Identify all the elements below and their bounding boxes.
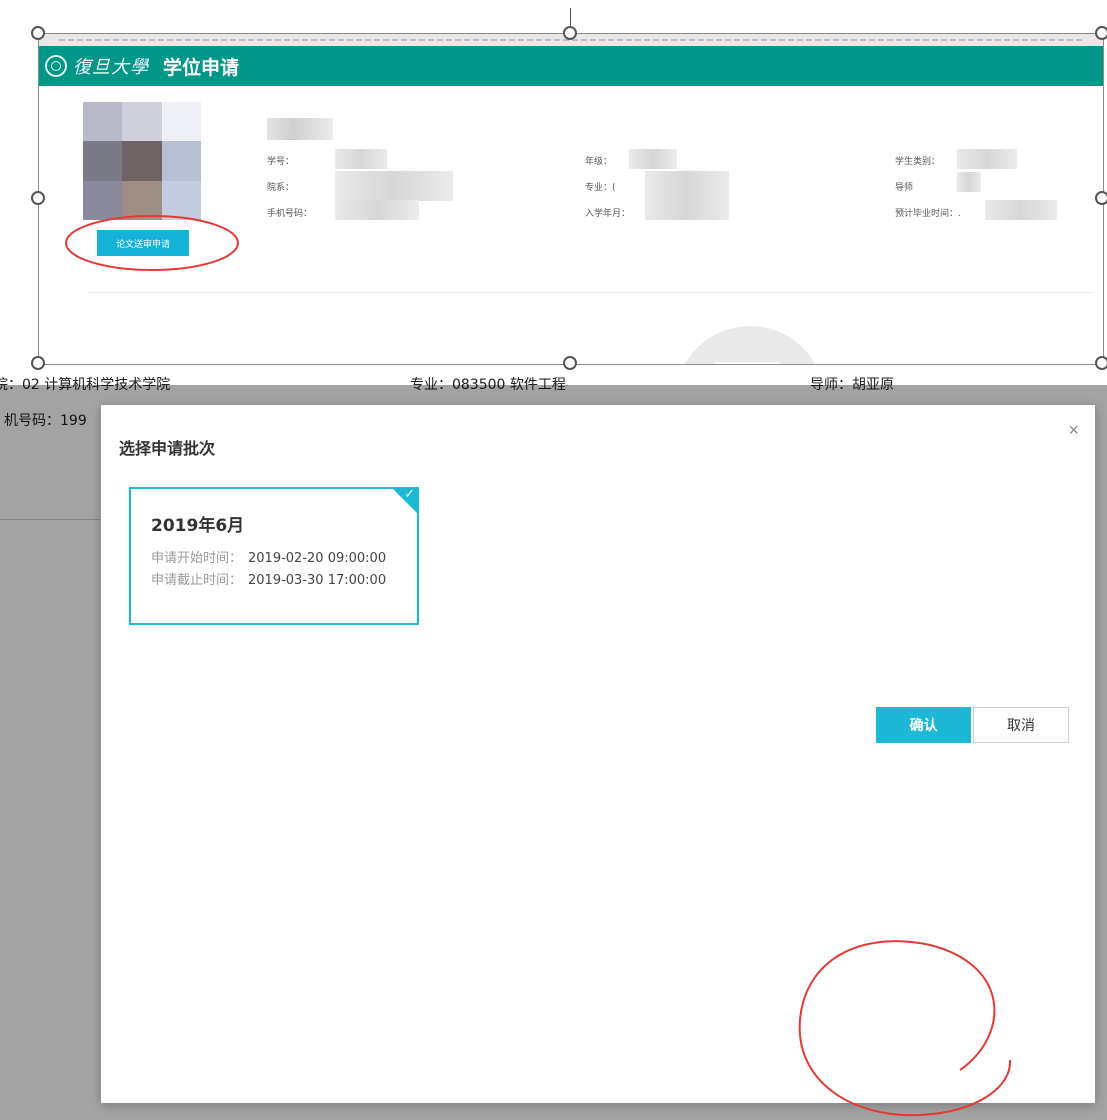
resize-handle-top-center[interactable] (563, 26, 577, 40)
resize-handle-top-left[interactable] (31, 26, 45, 40)
enroll-date-label: 入学年月： (585, 209, 631, 219)
department-value (335, 171, 453, 201)
end-time-label: 申请截止时间： (151, 573, 243, 588)
start-time-label: 申请开始时间： (151, 551, 243, 566)
batch-name: 2019年6月 (151, 516, 245, 536)
dialog-title: 选择申请批次 (119, 439, 216, 458)
embedded-screenshot: 復旦大學 学位申请 论文送审申请 学号： 院系： 手机号码： 年级： 专业：( … (38, 33, 1104, 365)
batch-end-row: 申请截止时间： 2019-03-30 17:00:00 (151, 569, 386, 588)
expected-graduation-value (985, 200, 1057, 220)
phone-label: 手机号码： (267, 209, 313, 219)
end-time-value: 2019-03-30 17:00:00 (248, 573, 387, 588)
resize-handle-bottom-right[interactable] (1095, 356, 1107, 370)
confirm-button[interactable]: 确认 (876, 707, 971, 743)
phone-value (335, 200, 419, 220)
divider (89, 292, 1093, 293)
cancel-button[interactable]: 取消 (973, 707, 1069, 743)
student-id-value (335, 149, 387, 169)
student-photo (83, 102, 201, 220)
expected-graduation-label: 预计毕业时间：. (895, 209, 961, 219)
batch-start-row: 申请开始时间： 2019-02-20 09:00:00 (151, 547, 386, 566)
school-logo-icon (45, 55, 67, 77)
department-label: 院系： (267, 183, 295, 193)
student-name-blurred (267, 118, 333, 140)
grade-value (629, 149, 677, 169)
page-title: 学位申请 (163, 56, 240, 79)
advisor-label: 导师 (895, 183, 914, 193)
resize-handle-bottom-left[interactable] (31, 356, 45, 370)
student-id-label: 学号： (267, 157, 295, 167)
advisor-value (957, 172, 981, 192)
enroll-date-value (645, 200, 729, 220)
app-header: 復旦大學 学位申请 (39, 46, 1103, 86)
major-label: 专业：( (585, 183, 616, 193)
batch-option-card[interactable]: ✓ 2019年6月 申请开始时间： 2019-02-20 09:00:00 申请截… (129, 487, 419, 625)
student-type-value (957, 149, 1017, 169)
close-icon[interactable]: × (1066, 419, 1081, 441)
empty-state-illustration (675, 326, 825, 364)
resize-handle-middle-left[interactable] (31, 191, 45, 205)
start-time-value: 2019-02-20 09:00:00 (248, 551, 387, 566)
grade-label: 年级： (585, 157, 613, 167)
checkmark-icon: ✓ (404, 487, 415, 502)
major-value (645, 171, 729, 201)
select-batch-dialog: 选择申请批次 × ✓ 2019年6月 申请开始时间： 2019-02-20 09:… (101, 405, 1095, 1103)
resize-handle-top-right[interactable] (1095, 26, 1107, 40)
student-type-label: 学生类别： (895, 157, 941, 167)
school-name: 復旦大學 (73, 57, 149, 78)
resize-handle-middle-right[interactable] (1095, 191, 1107, 205)
resize-handle-bottom-center[interactable] (563, 356, 577, 370)
thesis-review-button[interactable]: 论文送审申请 (97, 230, 189, 256)
